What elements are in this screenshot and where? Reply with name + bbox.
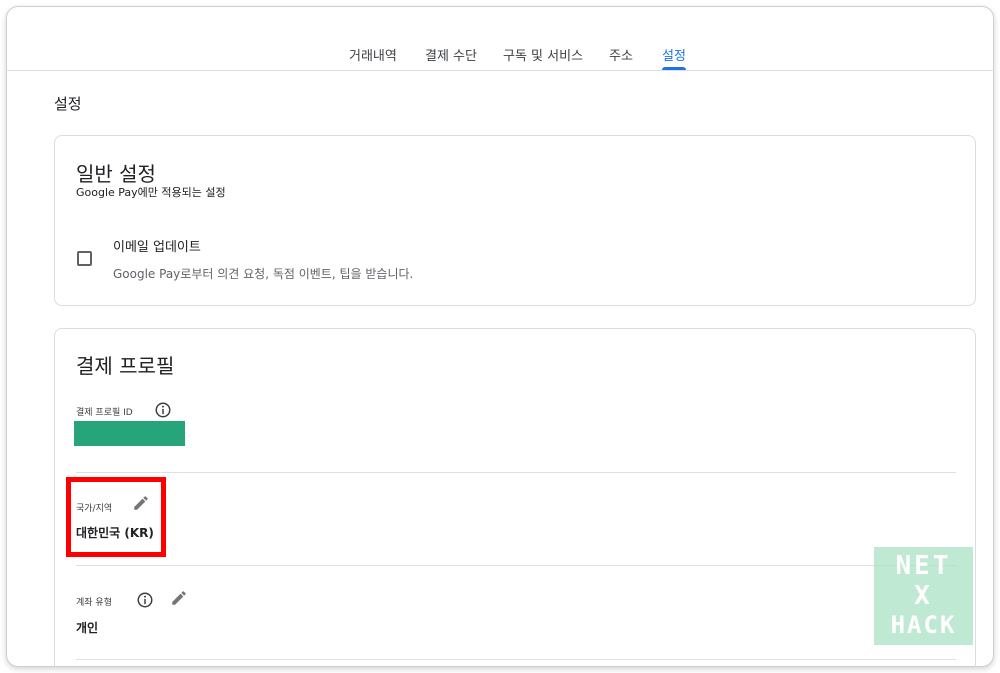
tab-payment-methods[interactable]: 결제 수단 — [425, 45, 477, 64]
edit-pencil-icon[interactable] — [170, 589, 188, 607]
info-icon[interactable] — [154, 401, 172, 419]
tab-transactions[interactable]: 거래내역 — [349, 45, 397, 64]
country-label: 국가/지역 — [76, 504, 113, 514]
edit-pencil-icon[interactable] — [132, 494, 150, 512]
email-updates-description: Google Pay로부터 의견 요청, 독점 이벤트, 팁을 받습니다. — [113, 267, 414, 281]
payment-profile-card: 결제 프로필 결제 프로필 ID 국가/지역 대한민국 (KR) 계좌 유형 개… — [54, 328, 976, 666]
tab-addresses[interactable]: 주소 — [609, 45, 633, 64]
top-tabs: 거래내역 결제 수단 구독 및 서비스 주소 설정 — [7, 7, 993, 71]
tab-subscriptions[interactable]: 구독 및 서비스 — [503, 45, 583, 64]
page-title: 설정 — [54, 95, 82, 113]
general-settings-title: 일반 설정 — [76, 162, 156, 186]
divider — [76, 565, 956, 566]
tab-settings[interactable]: 설정 — [662, 45, 686, 64]
email-updates-checkbox[interactable] — [77, 251, 92, 266]
active-tab-indicator — [662, 67, 686, 70]
account-type-label: 계좌 유형 — [76, 598, 112, 608]
divider — [76, 659, 956, 660]
general-settings-subtitle: Google Pay에만 적용되는 설정 — [76, 186, 226, 199]
general-settings-card: 일반 설정 Google Pay에만 적용되는 설정 이메일 업데이트 Goog… — [54, 135, 976, 306]
profile-id-redacted-value — [74, 421, 185, 446]
browser-frame: 거래내역 결제 수단 구독 및 서비스 주소 설정 설정 일반 설정 Googl… — [6, 6, 994, 667]
email-updates-label: 이메일 업데이트 — [113, 240, 201, 255]
info-icon[interactable] — [136, 591, 154, 609]
divider — [76, 472, 956, 473]
country-value: 대한민국 (KR) — [76, 526, 154, 540]
account-type-value: 개인 — [76, 621, 99, 635]
profile-id-label: 결제 프로필 ID — [76, 408, 133, 418]
payment-profile-title: 결제 프로필 — [76, 354, 175, 378]
